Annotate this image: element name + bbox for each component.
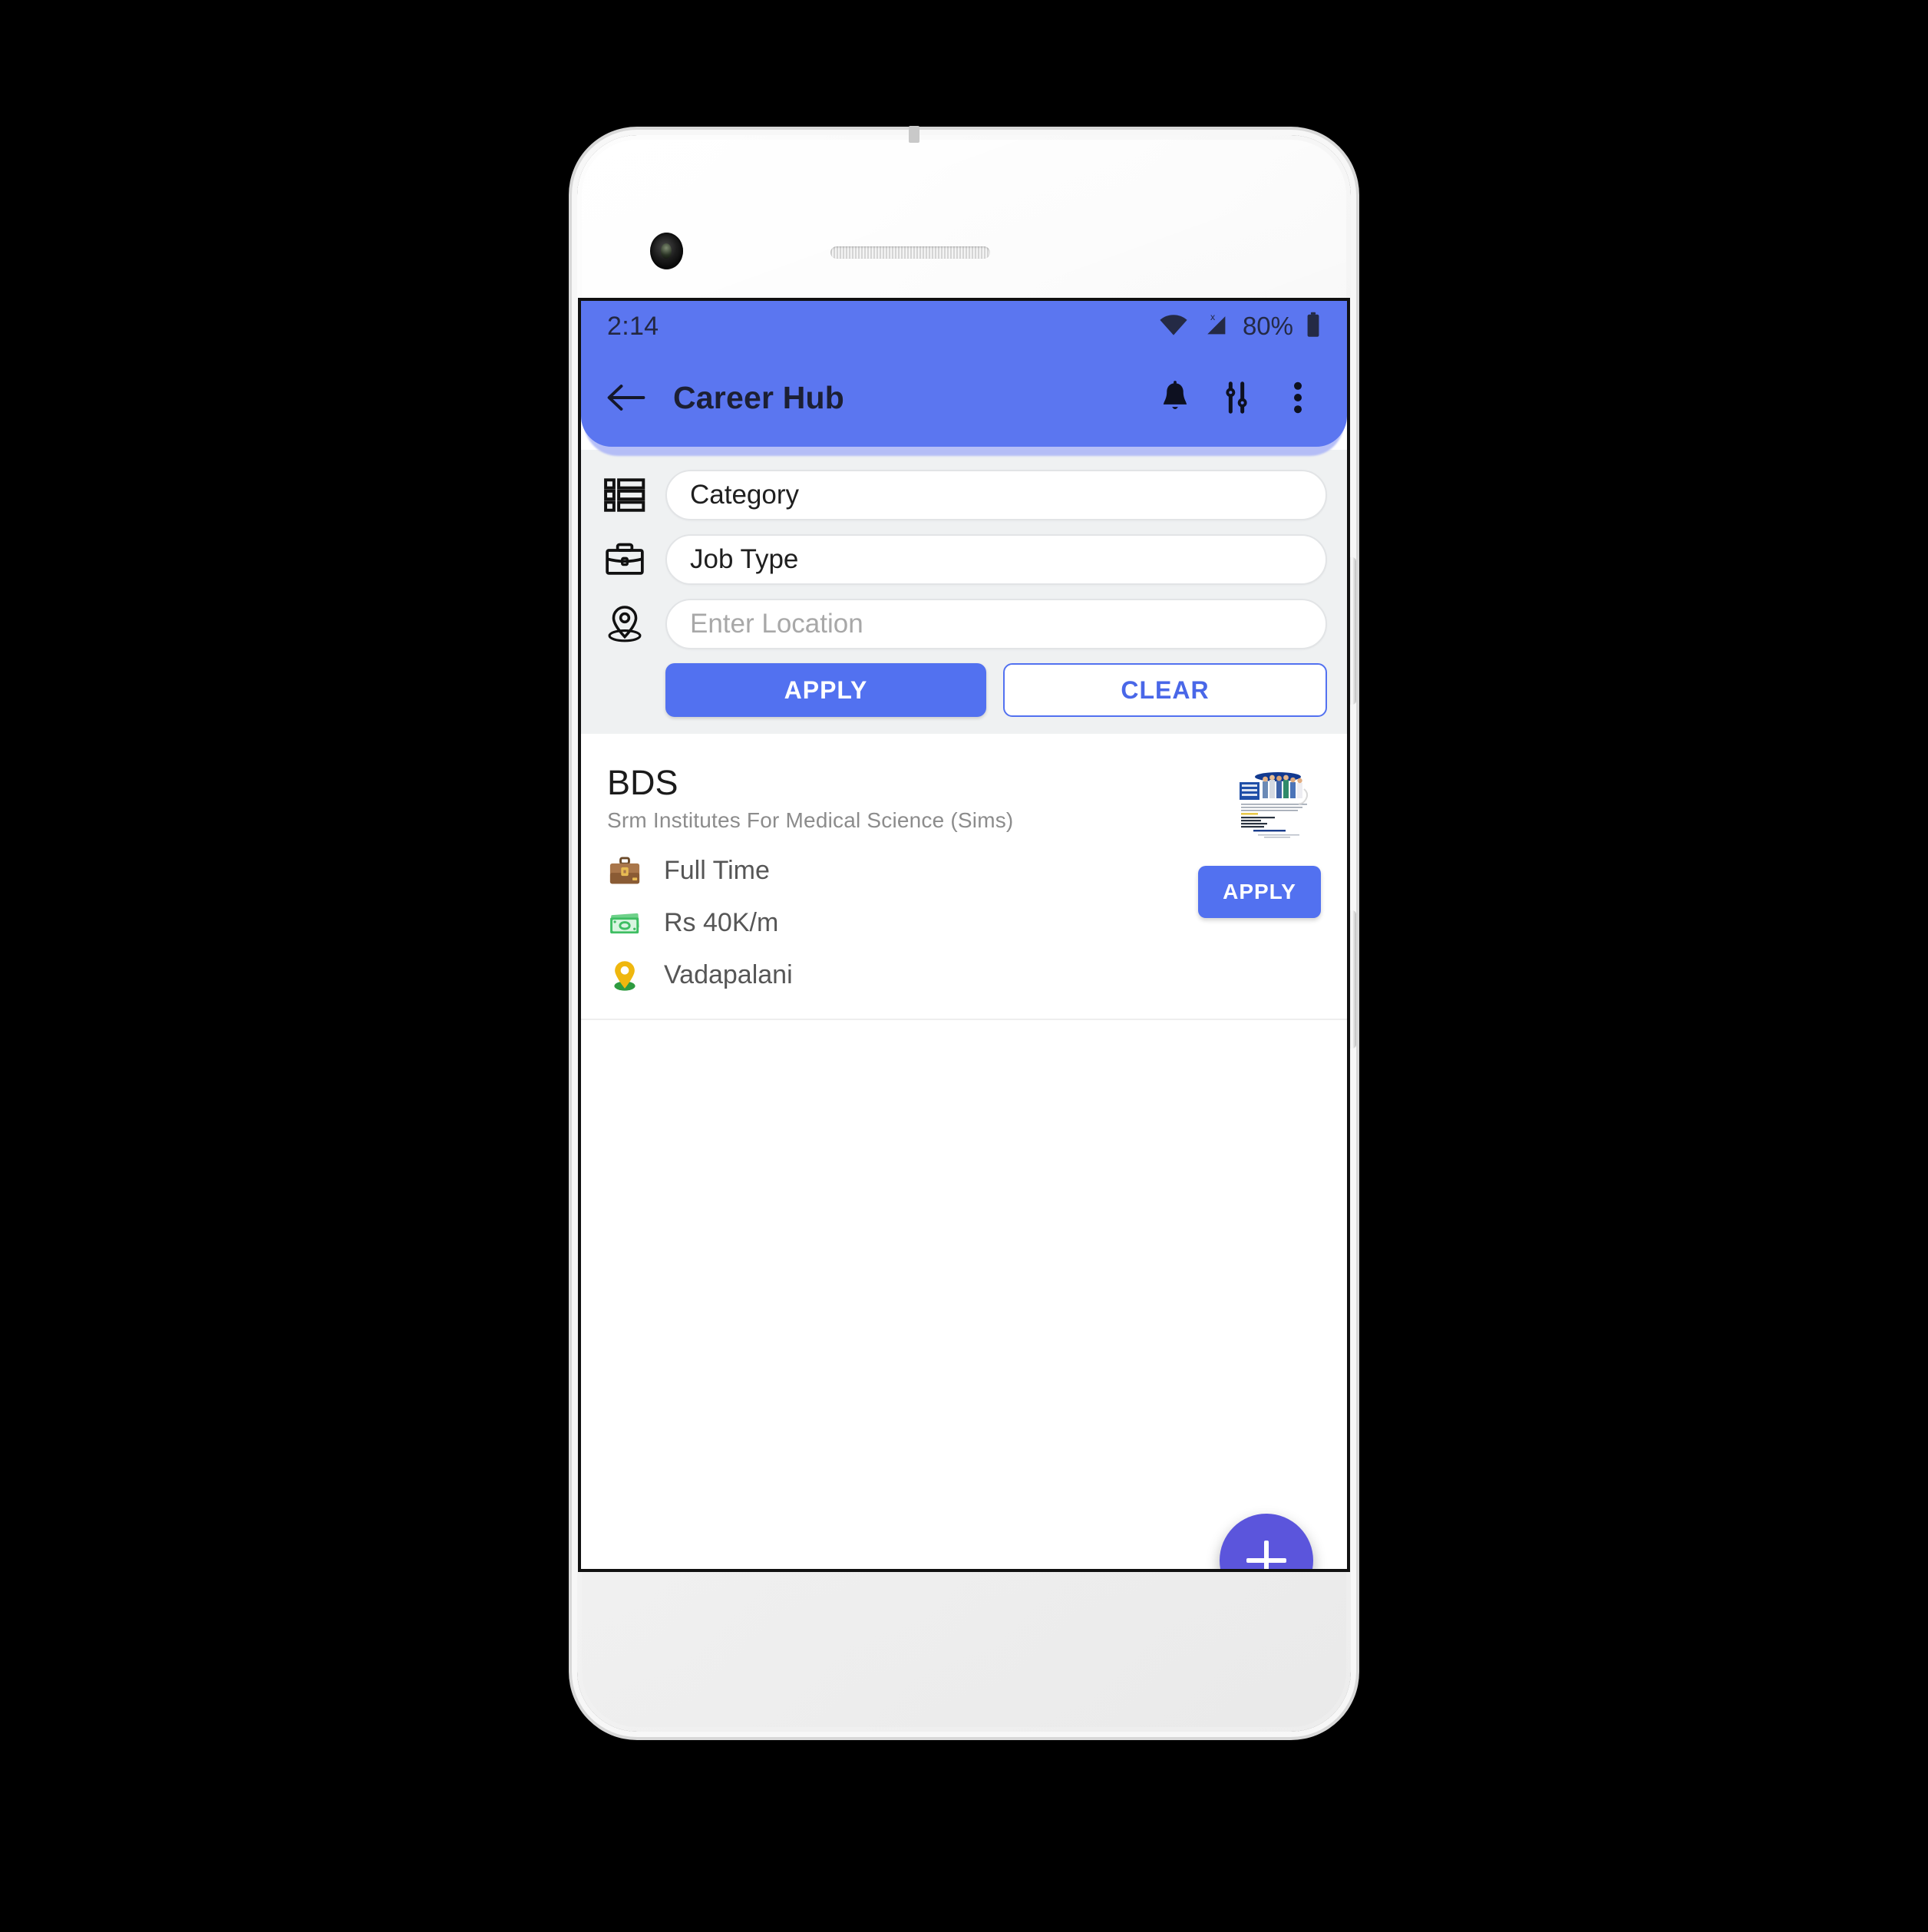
job-meta-row-location: Vadapalani <box>607 949 1321 1002</box>
filter-action-buttons: APPLY CLEAR <box>665 663 1327 717</box>
list-icon <box>601 471 649 519</box>
job-type-field[interactable]: Job Type <box>665 534 1327 585</box>
add-job-fab[interactable] <box>1220 1514 1313 1569</box>
job-card[interactable]: BDS Srm Institutes For Medical Science (… <box>581 741 1347 1020</box>
page-title: Career Hub <box>673 379 845 415</box>
filter-panel: Category Job Type Enter Location APPLY C… <box>581 450 1347 734</box>
filter-row-location: Enter Location <box>601 599 1327 649</box>
tune-sliders-icon[interactable] <box>1213 375 1259 421</box>
briefcase-emoji <box>607 854 642 889</box>
job-meta-text: Rs 40K/m <box>664 908 779 938</box>
phone-device-frame: 2:14 x 80% Career Hub Category Job Type … <box>577 126 1356 1732</box>
wifi-icon <box>1158 312 1189 341</box>
filter-row-job-type: Job Type <box>601 534 1327 585</box>
job-company: Srm Institutes For Medical Science (Sims… <box>607 807 1014 832</box>
money-emoji <box>607 906 642 941</box>
phone-screen: 2:14 x 80% Career Hub Category Job Type … <box>578 298 1350 1572</box>
app-bar: Career Hub <box>581 348 1347 447</box>
front-camera <box>650 233 683 269</box>
job-poster-thumbnail[interactable] <box>1233 769 1316 840</box>
location-input[interactable]: Enter Location <box>665 599 1327 649</box>
more-vertical-icon[interactable] <box>1275 375 1321 421</box>
clear-filter-button[interactable]: CLEAR <box>1003 663 1327 717</box>
filter-row-category: Category <box>601 470 1327 520</box>
job-list: BDS Srm Institutes For Medical Science (… <box>581 737 1347 1569</box>
earpiece-speaker <box>830 246 990 259</box>
location-pin-icon <box>601 600 649 648</box>
battery-percent-label: 80% <box>1242 312 1293 340</box>
status-bar-indicators: x 80% <box>1158 311 1321 342</box>
job-title: BDS <box>607 763 678 802</box>
back-button[interactable] <box>598 369 655 426</box>
bell-icon[interactable] <box>1152 375 1198 421</box>
app-bar-container: Career Hub <box>581 348 1347 456</box>
category-field[interactable]: Category <box>665 470 1327 520</box>
location-pin-emoji <box>607 958 642 993</box>
job-meta-text: Full Time <box>664 856 770 886</box>
job-apply-button[interactable]: APPLY <box>1198 866 1321 918</box>
svg-text:x: x <box>1210 312 1216 322</box>
job-meta-text: Vadapalani <box>664 960 793 990</box>
status-bar-time: 2:14 <box>607 311 659 341</box>
cellular-no-signal-icon: x <box>1201 311 1230 342</box>
briefcase-icon <box>601 536 649 583</box>
status-bar: 2:14 x 80% <box>581 301 1347 352</box>
battery-icon <box>1306 312 1321 342</box>
apply-filter-button[interactable]: APPLY <box>665 663 986 717</box>
device-top-nub <box>909 126 919 143</box>
